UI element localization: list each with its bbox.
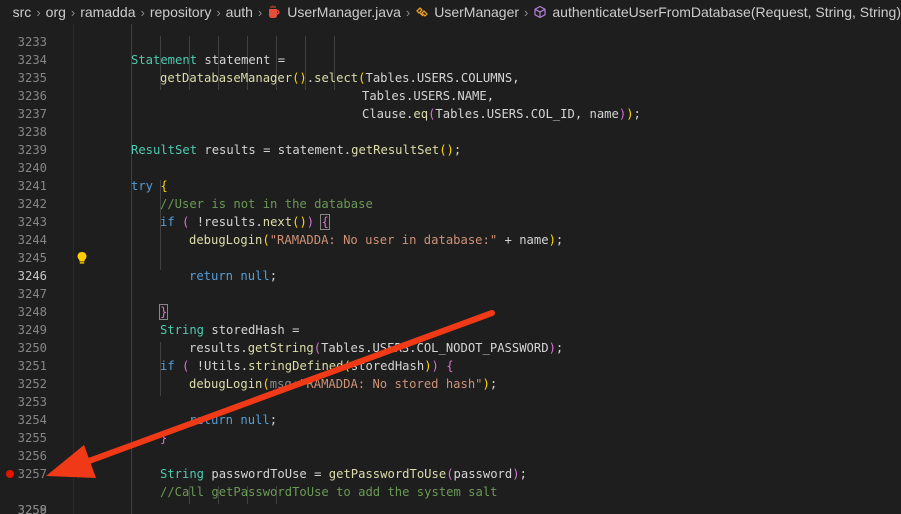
breakpoint-icon[interactable]: [6, 470, 14, 478]
breadcrumb-item-repository[interactable]: repository: [150, 4, 211, 20]
code-editor[interactable]: 3233 Statement statement = 3234 getDatab…: [0, 0, 901, 514]
breadcrumb-class-label: UserManager: [434, 4, 520, 20]
chevron-right-icon: ›: [405, 4, 411, 20]
code-line[interactable]: 3248 String storedHash =: [0, 285, 901, 337]
code-line[interactable]: 3255: [0, 411, 901, 445]
code-line[interactable]: 3253 return null;: [0, 375, 901, 427]
code-line[interactable]: 3257 //Call getPasswordToUse to add the …: [0, 447, 901, 499]
code-line[interactable]: 3240 try {: [0, 141, 901, 193]
code-line[interactable]: 3244: [0, 213, 901, 247]
breadcrumb-item-file[interactable]: UserManager.java: [267, 4, 401, 20]
code-line[interactable]: 3259 storedHash);: [0, 483, 901, 514]
code-line[interactable]: 3236 Clause.eq(Tables.USERS.COL_ID, name…: [0, 69, 901, 121]
code-line[interactable]: 3260: [0, 501, 901, 514]
chevron-right-icon: ›: [216, 4, 221, 20]
code-line[interactable]: 3249 results.getString(Tables.USERS.COL_…: [0, 303, 901, 355]
chevron-right-icon: ›: [140, 4, 145, 20]
code-line[interactable]: 3245 return null;: [0, 231, 901, 283]
chevron-right-icon: ›: [36, 4, 41, 20]
code-line[interactable]: 3238 ResultSet results = statement.getRe…: [0, 105, 901, 157]
code-line[interactable]: 3242 if ( !results.next()) {: [0, 177, 901, 230]
code-line[interactable]: 3241 //User is not in the database: [0, 159, 901, 211]
breadcrumb-item-org[interactable]: org: [46, 4, 66, 20]
lightbulb-icon[interactable]: [76, 251, 88, 265]
code-line[interactable]: 3258 boolean userOK = PasswordHash.valid…: [0, 465, 901, 514]
code-line[interactable]: 3235 Tables.USERS.NAME,: [0, 51, 901, 103]
code-line[interactable]: 3237: [0, 87, 901, 121]
breadcrumb-item-src[interactable]: src: [13, 4, 32, 20]
chevron-right-icon: ›: [524, 4, 529, 20]
code-line[interactable]: 3243 debugLogin("RAMADDA: No user in dat…: [0, 195, 901, 247]
chevron-right-icon: ›: [257, 4, 263, 20]
chevron-right-icon: ›: [70, 4, 76, 20]
code-line[interactable]: 3234 getDatabaseManager().select(Tables.…: [0, 33, 901, 85]
java-file-icon: [269, 5, 280, 18]
breadcrumb-file-label: UserManager.java: [287, 4, 401, 20]
breadcrumb-item-ramadda[interactable]: ramadda: [80, 4, 135, 20]
breadcrumb: src › org › ramadda › repository › auth …: [0, 0, 901, 24]
code-line[interactable]: 3250 if ( !Utils.stringDefined(storedHas…: [0, 321, 901, 373]
code-line[interactable]: 3252: [0, 357, 901, 391]
code-line[interactable]: 3247: [0, 267, 901, 301]
breadcrumb-method-label: authenticateUserFromDatabase(Request, St…: [552, 4, 901, 20]
breadcrumb-item-auth[interactable]: auth: [226, 4, 253, 20]
code-line[interactable]: 3246 }: [0, 249, 901, 320]
code-line[interactable]: 3254 }: [0, 393, 901, 445]
code-line[interactable]: 3256 String passwordToUse = getPasswordT…: [0, 429, 901, 481]
code-line[interactable]: 3239: [0, 123, 901, 157]
method-cube-icon: [534, 5, 546, 19]
breadcrumb-item-method[interactable]: authenticateUserFromDatabase(Request, St…: [533, 4, 901, 20]
code-line[interactable]: 3251 debugLogin(msg:"RAMADDA: No stored …: [0, 339, 901, 391]
class-icon: [416, 7, 429, 17]
breadcrumb-item-class[interactable]: UserManager: [415, 4, 519, 20]
